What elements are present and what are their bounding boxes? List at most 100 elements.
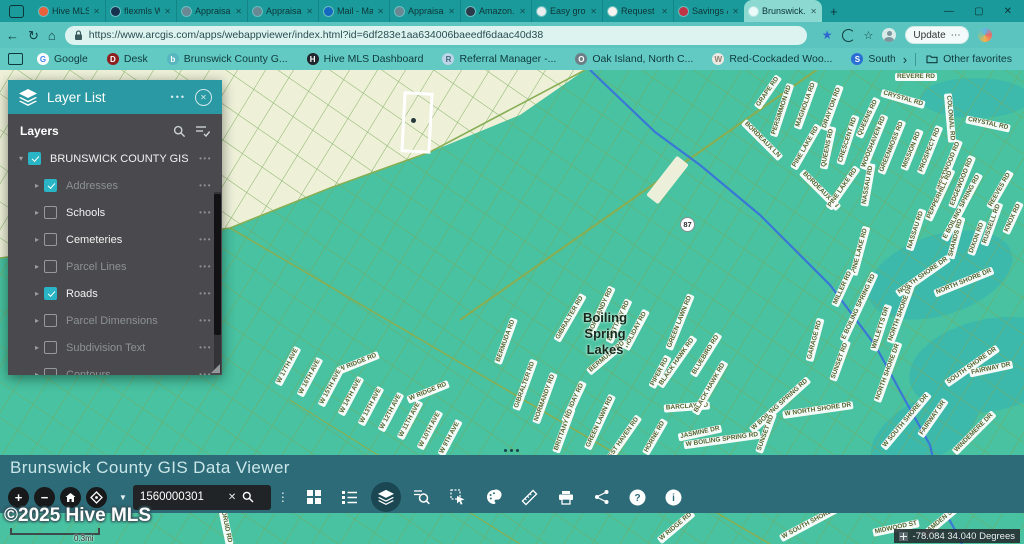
help-button[interactable]: ? <box>621 482 655 512</box>
back-icon[interactable]: ← <box>6 29 19 42</box>
bookmark-oak-island-north-c[interactable]: OOak Island, North C... <box>575 53 693 65</box>
layer-filter-icon[interactable] <box>195 125 210 137</box>
close-icon[interactable]: ✕ <box>1004 6 1012 17</box>
bookmark-southport-nc-cost[interactable]: SSouthport, NC Cost... <box>851 53 894 65</box>
layer-checkbox[interactable] <box>28 152 41 165</box>
tab-close-icon[interactable]: ✕ <box>235 7 242 16</box>
expand-caret-icon[interactable]: ▾ <box>16 154 26 163</box>
layer-item-schools[interactable]: ▸Schools••• <box>8 199 222 226</box>
layer-menu-dots-icon[interactable]: ••• <box>199 343 212 352</box>
measure-button[interactable] <box>513 482 547 512</box>
layer-checkbox[interactable] <box>44 206 57 219</box>
expand-caret-icon[interactable]: ▸ <box>32 208 42 217</box>
layer-checkbox[interactable] <box>44 314 57 327</box>
tab-close-icon[interactable]: ✕ <box>164 7 171 16</box>
favorite-star-icon[interactable]: ★ <box>822 28 833 42</box>
legend-button[interactable] <box>333 482 367 512</box>
tab-savings[interactable]: Savings &...✕ <box>673 0 744 22</box>
expand-caret-icon[interactable]: ▸ <box>32 235 42 244</box>
print-button[interactable] <box>549 482 583 512</box>
layer-menu-dots-icon[interactable]: ••• <box>199 289 212 298</box>
profile-avatar[interactable] <box>882 28 896 42</box>
layer-checkbox[interactable] <box>44 179 57 192</box>
bookmarks-overflow-icon[interactable]: › <box>903 52 907 67</box>
search-menu-dots-icon[interactable]: ⋮ <box>277 490 289 504</box>
layer-item-roads[interactable]: ▸Roads••• <box>8 280 222 307</box>
panel-drag-handle[interactable] <box>504 449 519 452</box>
basemap-gallery-button[interactable] <box>297 482 331 512</box>
tab-close-icon[interactable]: ✕ <box>661 7 668 16</box>
new-tab-button[interactable]: + <box>830 4 838 19</box>
layer-checkbox[interactable] <box>44 287 57 300</box>
tab-brunswick[interactable]: Brunswick...✕ <box>744 0 822 22</box>
coordinate-target-icon[interactable] <box>899 532 908 541</box>
tab-close-icon[interactable]: ✕ <box>448 7 455 16</box>
panel-scrollbar-thumb[interactable] <box>214 194 221 335</box>
attribute-search-button[interactable] <box>405 482 439 512</box>
minimize-icon[interactable]: — <box>944 6 954 17</box>
layer-menu-dots-icon[interactable]: ••• <box>199 181 212 190</box>
layer-checkbox[interactable] <box>44 368 57 375</box>
panel-resize-handle[interactable] <box>211 364 220 373</box>
layer-item-subdivision-text[interactable]: ▸Subdivision Text••• <box>8 334 222 361</box>
bookmark-brunswick-county-g[interactable]: bBrunswick County G... <box>167 53 288 65</box>
tab-appraisal[interactable]: Appraisal...✕ <box>247 0 318 22</box>
sidebar-toggle-icon[interactable] <box>8 53 23 65</box>
layer-menu-dots-icon[interactable]: ••• <box>199 235 212 244</box>
copilot-icon[interactable] <box>978 28 992 42</box>
update-button[interactable]: Update ⋯ <box>905 26 968 44</box>
tab-request-f[interactable]: Request f...✕ <box>602 0 673 22</box>
tab-close-icon[interactable]: ✕ <box>93 7 100 16</box>
layer-item-parcel-lines[interactable]: ▸Parcel Lines••• <box>8 253 222 280</box>
layer-menu-dots-icon[interactable]: ••• <box>199 154 212 163</box>
parcel-search-box[interactable]: ✕ <box>133 485 271 510</box>
expand-caret-icon[interactable]: ▸ <box>32 370 42 375</box>
layer-checkbox[interactable] <box>44 233 57 246</box>
tab-close-icon[interactable]: ✕ <box>810 7 817 16</box>
info-button[interactable]: i <box>657 482 691 512</box>
tab-close-icon[interactable]: ✕ <box>732 7 739 16</box>
expand-caret-icon[interactable]: ▸ <box>32 262 42 271</box>
panel-menu-dots[interactable]: ••• <box>171 92 186 102</box>
collections-icon[interactable]: ☆ <box>864 29 874 42</box>
maximize-icon[interactable]: ▢ <box>974 6 983 17</box>
expand-caret-icon[interactable]: ▸ <box>32 289 42 298</box>
layer-checkbox[interactable] <box>44 341 57 354</box>
tab-close-icon[interactable]: ✕ <box>377 7 384 16</box>
layer-list-header[interactable]: Layer List ••• ✕ <box>8 80 222 114</box>
url-text[interactable]: https://www.arcgis.com/apps/webappviewer… <box>89 29 543 41</box>
panel-scrollbar-track[interactable] <box>214 192 221 373</box>
other-favorites-button[interactable]: Other favorites <box>926 53 1016 65</box>
layer-item-contours[interactable]: ▸Contours••• <box>8 361 222 375</box>
layer-item-cemeteries[interactable]: ▸Cemeteries••• <box>8 226 222 253</box>
home-icon[interactable]: ⌂ <box>48 29 56 42</box>
tab-close-icon[interactable]: ✕ <box>306 7 313 16</box>
search-icon[interactable] <box>242 491 254 503</box>
draw-button[interactable] <box>477 482 511 512</box>
panel-close-icon[interactable]: ✕ <box>195 89 212 106</box>
tab-hive-mls[interactable]: Hive MLS✕ <box>34 0 105 22</box>
bookmark-desk[interactable]: DDesk <box>107 53 148 65</box>
layer-item-parcel-dimensions[interactable]: ▸Parcel Dimensions••• <box>8 307 222 334</box>
share-button[interactable] <box>585 482 619 512</box>
bookmark-google[interactable]: GGoogle <box>37 53 88 65</box>
layer-list-button[interactable] <box>369 482 403 512</box>
bookmark-red-cockaded-woo[interactable]: WRed-Cockaded Woo... <box>712 53 832 65</box>
clear-search-icon[interactable]: ✕ <box>228 492 236 503</box>
tab-mail-ma[interactable]: Mail - Ma...✕ <box>318 0 389 22</box>
search-source-dropdown[interactable]: ▼ <box>119 493 127 502</box>
layer-menu-dots-icon[interactable]: ••• <box>199 316 212 325</box>
tab-close-icon[interactable]: ✕ <box>590 7 597 16</box>
address-bar[interactable]: https://www.arcgis.com/apps/webappviewer… <box>65 26 807 45</box>
expand-caret-icon[interactable]: ▸ <box>32 181 42 190</box>
layer-menu-dots-icon[interactable]: ••• <box>199 262 212 271</box>
bookmark-referral-manager[interactable]: RReferral Manager -... <box>442 53 556 65</box>
bookmark-hive-mls-dashboard[interactable]: HHive MLS Dashboard <box>307 53 424 65</box>
layer-item-addresses[interactable]: ▸Addresses••• <box>8 172 222 199</box>
select-button[interactable] <box>441 482 475 512</box>
tab-easy-grou[interactable]: Easy grou...✕ <box>531 0 602 22</box>
search-input[interactable] <box>140 491 222 503</box>
expand-caret-icon[interactable]: ▸ <box>32 316 42 325</box>
tab-amazon[interactable]: Amazon...✕ <box>460 0 531 22</box>
layer-search-icon[interactable] <box>173 125 186 138</box>
